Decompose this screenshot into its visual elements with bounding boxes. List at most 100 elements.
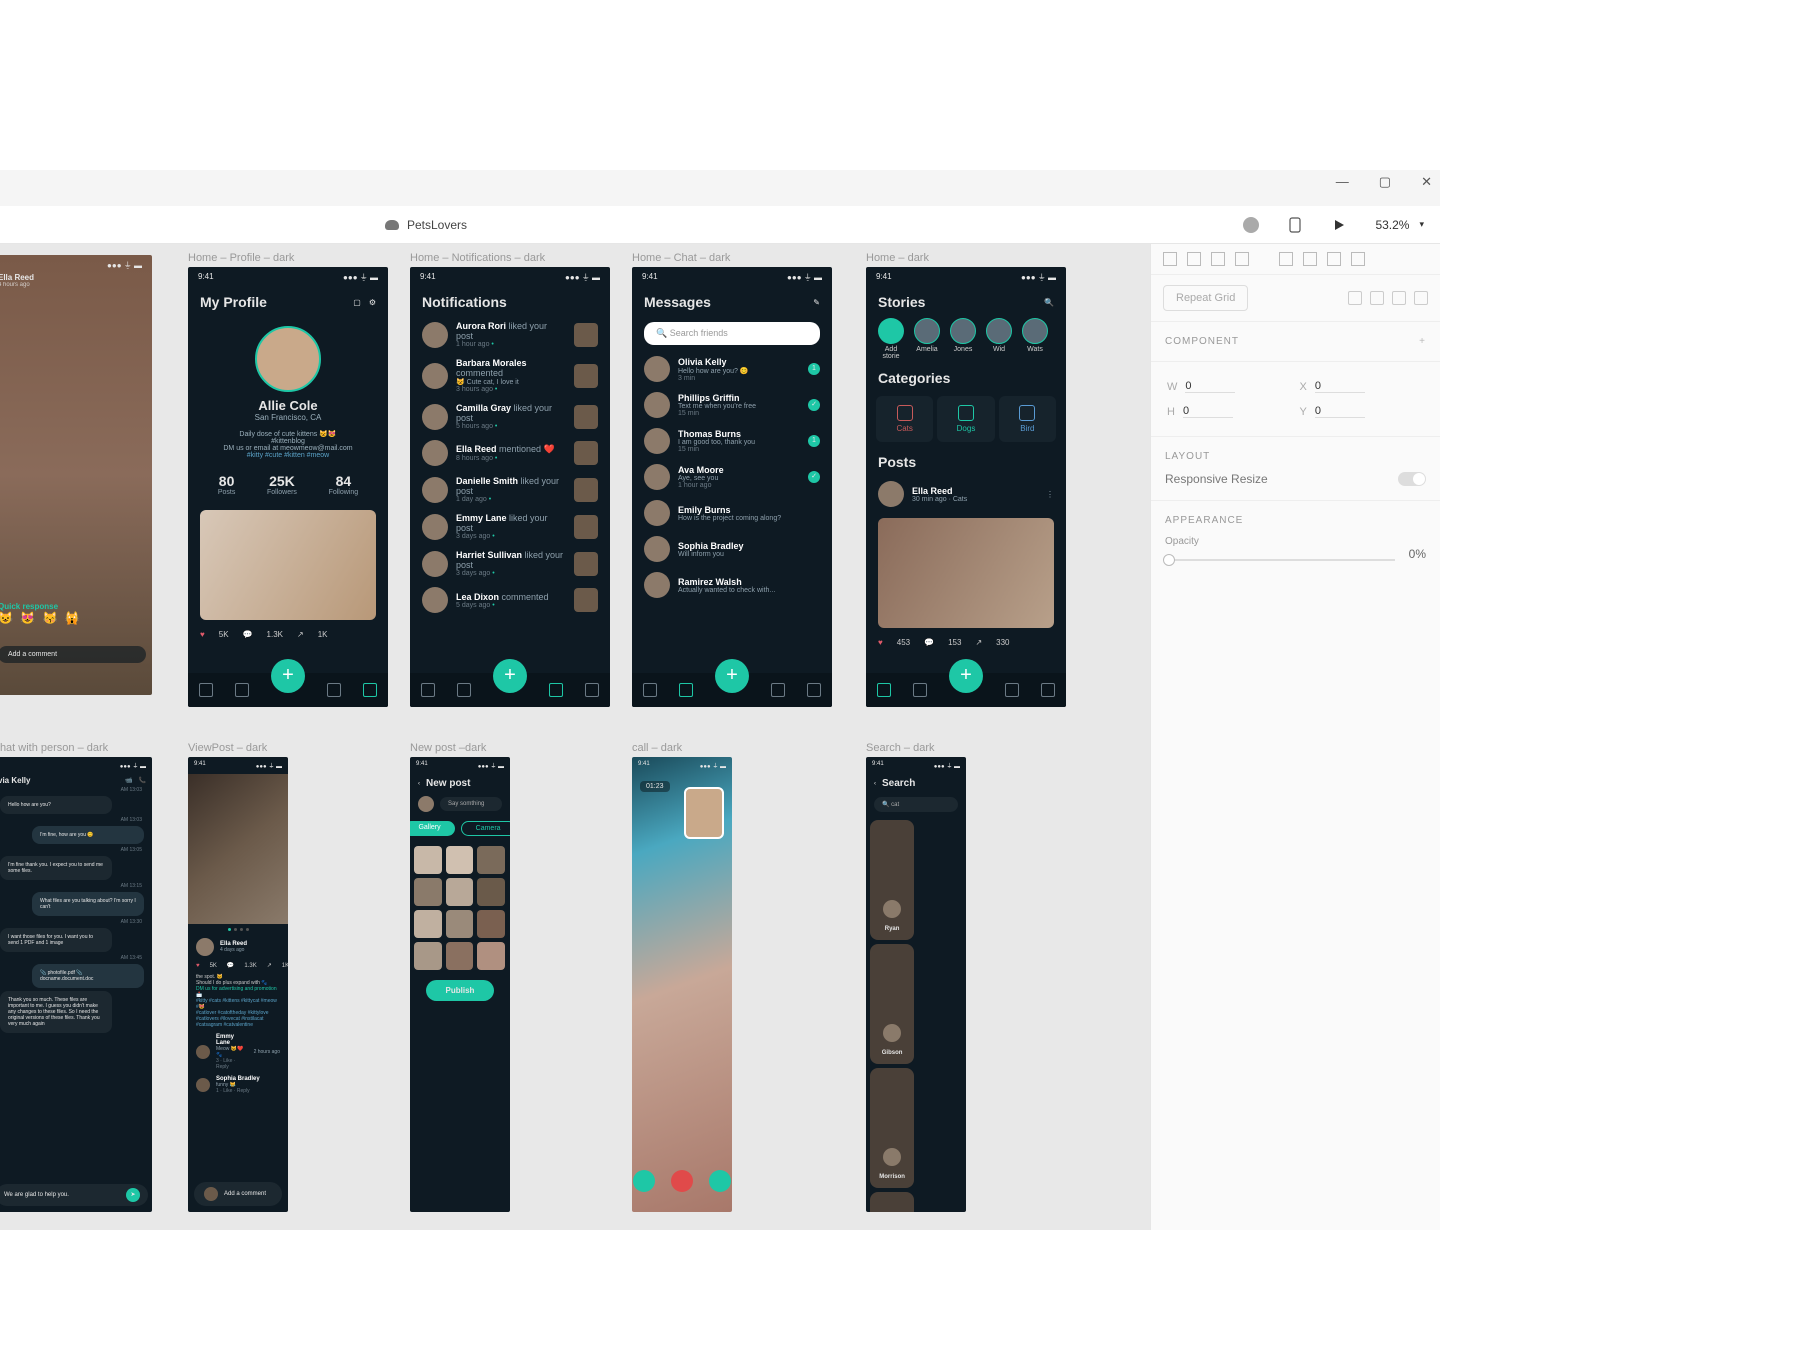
message-input[interactable]: We are glad to help you.	[4, 1192, 69, 1198]
window-close[interactable]: ✕	[1421, 174, 1432, 194]
story-item[interactable]: Jones	[948, 318, 978, 360]
comment-icon[interactable]: 💬	[243, 630, 253, 639]
gallery-thumb[interactable]	[477, 910, 505, 938]
nav-home-icon[interactable]	[199, 683, 213, 697]
category-card[interactable]: Bird	[999, 396, 1056, 442]
artboard-call[interactable]: 9:41●●● ⏚ ▬ 01:23	[632, 757, 732, 1212]
height-input[interactable]	[1183, 405, 1233, 418]
self-video-thumbnail[interactable]	[684, 787, 724, 839]
align-top-icon[interactable]	[1235, 252, 1249, 266]
chat-item[interactable]: Ava MooreAye, see you1 hour ago✓	[632, 459, 832, 495]
artboard-search[interactable]: 9:41●●● ⏚ ▬ ‹Search 🔍 cat RyanGibsonMorr…	[866, 757, 966, 1212]
gallery-thumb[interactable]	[414, 942, 442, 970]
add-comment-input[interactable]: Add a comment	[224, 1191, 266, 1197]
chat-item[interactable]: Emily BurnsHow is the project coming alo…	[632, 495, 832, 531]
gallery-thumb[interactable]	[477, 942, 505, 970]
gallery-thumb[interactable]	[446, 846, 474, 874]
like-icon[interactable]: ♥	[196, 963, 200, 969]
gear-icon[interactable]: ⚙	[369, 298, 376, 307]
subtract-boolean-icon[interactable]	[1370, 291, 1384, 305]
intersect-boolean-icon[interactable]	[1392, 291, 1406, 305]
search-result-card[interactable]: Gibson	[870, 944, 914, 1064]
compose-icon[interactable]: ✎	[813, 298, 820, 307]
search-result-card[interactable]: Ryan	[870, 820, 914, 940]
artboard-label[interactable]: call – dark	[632, 742, 732, 754]
artboard-label[interactable]: Home – dark	[866, 252, 1066, 264]
notification-item[interactable]: Lea Dixon commented5 days ago •	[410, 582, 610, 618]
add-comment-input[interactable]: Add a comment	[0, 646, 146, 663]
artboard-notifications[interactable]: 9:41●●● ⏚ ▬ Notifications Aurora Rori li…	[410, 267, 610, 707]
profile-post-image[interactable]	[200, 510, 376, 620]
search-input[interactable]: 🔍 cat	[874, 797, 958, 812]
tab-gallery[interactable]: Gallery	[410, 821, 455, 836]
artboard-home[interactable]: 9:41●●● ⏚ ▬ Stories 🔍 Add storieAmeliaJo…	[866, 267, 1066, 707]
chat-item[interactable]: Sophia BradleyWill inform you	[632, 531, 832, 567]
align-right-icon[interactable]	[1211, 252, 1225, 266]
chat-item[interactable]: Phillips GriffinText me when you're free…	[632, 387, 832, 423]
artboard-chat[interactable]: 9:41●●● ⏚ ▬ Messages ✎ 🔍 Search friends …	[632, 267, 832, 707]
width-input[interactable]	[1185, 380, 1235, 393]
artboard-label[interactable]: Search – dark	[866, 742, 966, 754]
gallery-thumb[interactable]	[446, 910, 474, 938]
search-result-card[interactable]: Armstrong	[870, 1192, 914, 1212]
call-icon[interactable]: 📞	[139, 777, 146, 784]
share-icon[interactable]: ↗	[975, 638, 982, 647]
story-item[interactable]: Add storie	[876, 318, 906, 360]
back-icon[interactable]: ‹	[418, 781, 420, 787]
video-toggle-button[interactable]	[709, 1170, 731, 1192]
notification-item[interactable]: Barbara Morales commented😺 Cute cat, I l…	[410, 353, 610, 398]
gallery-thumb[interactable]	[414, 878, 442, 906]
more-icon[interactable]: ⋮	[1046, 490, 1054, 499]
play-preview-button[interactable]	[1331, 217, 1347, 233]
gallery-thumb[interactable]	[446, 942, 474, 970]
window-maximize[interactable]: ▢	[1379, 174, 1391, 194]
artboard-label[interactable]: ViewPost – dark	[188, 742, 288, 754]
gallery-thumb[interactable]	[414, 910, 442, 938]
artboard-feed-partial[interactable]: ●●● ⏚ ▬ Ella Reed 4 hours ago Quick resp…	[0, 255, 152, 695]
notification-item[interactable]: Camilla Gray liked your post5 hours ago …	[410, 398, 610, 435]
like-icon[interactable]: ♥	[200, 630, 205, 639]
caption-input[interactable]: Say somthing	[440, 797, 502, 811]
add-component-icon[interactable]: +	[1419, 336, 1426, 347]
tab-camera[interactable]: Camera	[461, 821, 510, 836]
like-icon[interactable]: ♥	[878, 638, 883, 647]
video-call-icon[interactable]: 📹	[125, 777, 132, 784]
device-preview-icon[interactable]	[1287, 217, 1303, 233]
artboard-label[interactable]: Home – Notifications – dark	[410, 252, 610, 264]
window-minimize[interactable]: —	[1336, 174, 1349, 194]
nav-bell-icon[interactable]	[327, 683, 341, 697]
publish-button[interactable]: Publish	[426, 980, 494, 1001]
design-canvas[interactable]: ●●● ⏚ ▬ Ella Reed 4 hours ago Quick resp…	[0, 244, 1150, 1230]
post-image[interactable]	[878, 518, 1054, 628]
align-middle-icon[interactable]	[1279, 252, 1293, 266]
notification-item[interactable]: Ella Reed mentioned ❤️8 hours ago •	[410, 435, 610, 471]
distribute-h-icon[interactable]	[1327, 252, 1341, 266]
artboard-label[interactable]: Home – Chat – dark	[632, 252, 832, 264]
artboard-newpost[interactable]: 9:41●●● ⏚ ▬ ‹New post Say somthing Galle…	[410, 757, 510, 1212]
chat-item[interactable]: Olivia KellyHello how are you? 😊3 min1	[632, 351, 832, 387]
responsive-resize-toggle[interactable]	[1398, 472, 1426, 486]
y-input[interactable]	[1315, 405, 1365, 418]
align-center-h-icon[interactable]	[1187, 252, 1201, 266]
gallery-thumb[interactable]	[477, 878, 505, 906]
opacity-slider[interactable]	[1165, 559, 1395, 561]
notification-item[interactable]: Aurora Rori liked your post1 hour ago •	[410, 316, 610, 353]
artboard-viewpost[interactable]: 9:41●●● ⏚ ▬ Ella Reed4 days ago ♥5K 💬1.3…	[188, 757, 288, 1212]
post-author-avatar[interactable]	[878, 481, 904, 507]
artboard-profile[interactable]: 9:41●●● ⏚ ▬ My Profile ▢ ⚙ Allie Cole Sa…	[188, 267, 388, 707]
emoji-row[interactable]: 😺 😻 😽 🙀	[0, 611, 82, 625]
search-input[interactable]: 🔍 Search friends	[644, 322, 820, 345]
gallery-thumb[interactable]	[446, 878, 474, 906]
viewpost-image[interactable]	[188, 774, 288, 924]
user-avatar-icon[interactable]	[1243, 217, 1259, 233]
gallery-thumb[interactable]	[414, 846, 442, 874]
share-icon[interactable]: ↗	[297, 630, 304, 639]
comment-icon[interactable]: 💬	[227, 962, 234, 969]
story-item[interactable]: Wid	[984, 318, 1014, 360]
bookmark-icon[interactable]: ▢	[353, 298, 361, 307]
repeat-grid-button[interactable]: Repeat Grid	[1163, 285, 1248, 311]
align-left-icon[interactable]	[1163, 252, 1177, 266]
artboard-label[interactable]: Home – Profile – dark	[188, 252, 388, 264]
zoom-value[interactable]: 53.2%	[1375, 218, 1409, 232]
nav-chat-icon[interactable]	[235, 683, 249, 697]
